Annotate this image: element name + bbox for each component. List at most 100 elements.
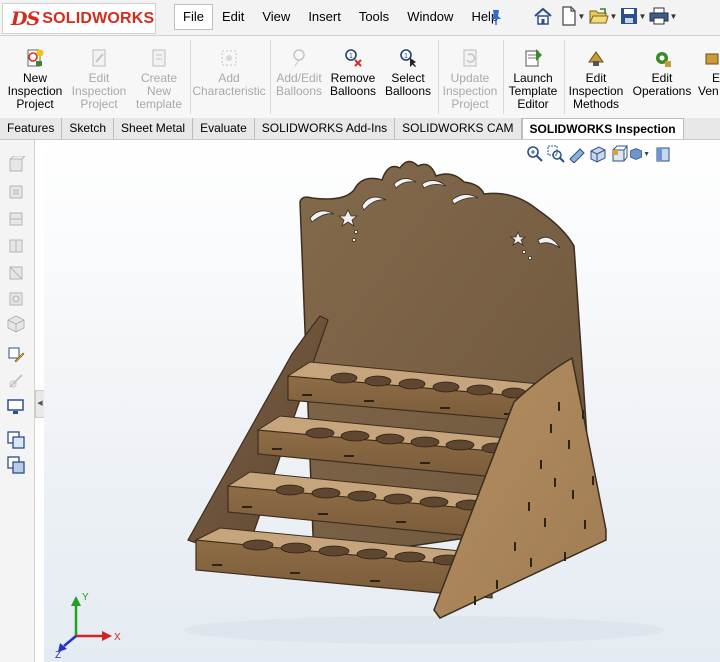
ribbon-label: Edit bbox=[585, 71, 607, 85]
menu-tools[interactable]: Tools bbox=[350, 4, 398, 30]
tab-evaluate[interactable]: Evaluate bbox=[193, 118, 255, 139]
ribbon-label: Editor bbox=[517, 97, 549, 111]
tab-sketch[interactable]: Sketch bbox=[62, 118, 115, 139]
display-monitor-icon[interactable] bbox=[7, 398, 25, 416]
tab-solidworks-inspection[interactable]: SOLIDWORKS Inspection bbox=[521, 118, 684, 139]
chevron-down-icon[interactable]: ▼ bbox=[639, 12, 647, 21]
z-axis-label: Z bbox=[55, 650, 61, 658]
save-button[interactable]: ▼ bbox=[618, 4, 648, 28]
balloon-icon bbox=[293, 49, 305, 67]
menu-window[interactable]: Window bbox=[398, 4, 462, 30]
svg-text:1: 1 bbox=[404, 53, 408, 60]
ribbon-label: Template bbox=[508, 84, 558, 98]
ribbon-label: Project bbox=[80, 97, 118, 111]
ribbon-label: Methods bbox=[572, 97, 620, 111]
ribbon-label: Edit bbox=[651, 71, 673, 85]
edit-inspection-methods-button[interactable]: Edit Inspection Methods bbox=[566, 48, 626, 111]
isometric-view-icon[interactable] bbox=[7, 315, 25, 333]
ribbon-label: Balloons bbox=[275, 84, 323, 98]
template-editor-icon bbox=[525, 49, 542, 67]
ribbon-label: Update bbox=[450, 71, 490, 85]
vendors-icon bbox=[705, 53, 719, 65]
tab-solidworks-cam[interactable]: SOLIDWORKS CAM bbox=[395, 118, 522, 139]
add-edit-balloons-button[interactable]: Add/Edit Balloons bbox=[272, 48, 326, 98]
add-characteristic-icon bbox=[221, 50, 237, 66]
select-balloons-button[interactable]: 1 Select Balloons bbox=[382, 48, 434, 98]
ribbon-label: Ec bbox=[712, 71, 720, 85]
inspection-methods-icon bbox=[588, 51, 604, 66]
add-characteristic-button[interactable]: Add Characteristic bbox=[192, 48, 266, 98]
launch-template-editor-button[interactable]: Launch Template Editor bbox=[505, 48, 561, 111]
menu-file[interactable]: File bbox=[174, 4, 213, 30]
z-axis-icon bbox=[63, 635, 77, 647]
ribbon-label: Inspection bbox=[442, 84, 498, 98]
graphics-viewport[interactable]: ▼ Y X Z bbox=[44, 140, 720, 662]
ribbon-label: Create bbox=[140, 71, 178, 85]
sketch-pen-icon[interactable] bbox=[7, 346, 25, 364]
remove-balloons-button[interactable]: 1 Remove Balloons bbox=[328, 48, 378, 98]
ribbon-separator bbox=[503, 40, 504, 114]
logo-wordmark: SOLIDWORKS bbox=[42, 9, 155, 27]
ribbon-label: Inspection bbox=[568, 84, 624, 98]
home-icon bbox=[534, 7, 552, 25]
home-button[interactable] bbox=[528, 4, 558, 28]
solidworks-logo[interactable]: DS SOLIDWORKS bbox=[2, 3, 156, 34]
paste-settings-icon[interactable] bbox=[7, 456, 25, 474]
open-button[interactable]: ▼ bbox=[588, 4, 618, 28]
menu-view[interactable]: View bbox=[253, 4, 299, 30]
pin-icon[interactable] bbox=[488, 8, 504, 26]
open-folder-icon bbox=[588, 8, 609, 24]
main-menu: File Edit View Insert Tools Window Help bbox=[174, 4, 507, 30]
ribbon-label: Characteristic bbox=[192, 84, 266, 98]
select-balloons-icon: 1 bbox=[400, 49, 416, 67]
command-manager-ribbon: New Inspection Project Edit Inspection P… bbox=[0, 36, 720, 119]
coordinate-triad: Y X Z bbox=[55, 592, 121, 658]
model-3d-shelf[interactable] bbox=[44, 140, 720, 662]
ribbon-label: template bbox=[135, 97, 183, 111]
ribbon-label: Launch bbox=[513, 71, 553, 85]
ribbon-label: Balloons bbox=[329, 84, 377, 98]
view-cube-icon[interactable] bbox=[7, 183, 25, 201]
tab-solidworks-add-ins[interactable]: SOLIDWORKS Add-Ins bbox=[255, 118, 396, 139]
chevron-down-icon[interactable]: ▼ bbox=[578, 12, 586, 21]
ribbon-label: Select bbox=[391, 71, 425, 85]
left-toolbar bbox=[0, 140, 35, 662]
edit-operations-button[interactable]: Edit Operations bbox=[630, 48, 694, 98]
new-inspection-project-button[interactable]: New Inspection Project bbox=[4, 48, 66, 111]
ribbon-label: Add/Edit bbox=[276, 71, 322, 85]
ribbon-label: Balloons bbox=[384, 84, 432, 98]
ribbon-label: Ven bbox=[698, 84, 719, 98]
view-cube-icon[interactable] bbox=[7, 210, 25, 228]
ground-shadow bbox=[184, 616, 664, 644]
ribbon-label: Project bbox=[451, 97, 489, 111]
ribbon-label: Edit bbox=[88, 71, 110, 85]
view-cube-icon[interactable] bbox=[7, 156, 25, 174]
new-document-icon bbox=[561, 6, 576, 26]
copy-settings-icon[interactable] bbox=[7, 431, 25, 449]
tab-sheet-metal[interactable]: Sheet Metal bbox=[114, 118, 194, 139]
menu-insert[interactable]: Insert bbox=[299, 4, 350, 30]
update-inspection-project-button[interactable]: Update Inspection Project bbox=[440, 48, 500, 111]
operations-icon bbox=[656, 52, 671, 67]
smart-dimension-icon[interactable] bbox=[7, 372, 25, 390]
view-cube-icon[interactable] bbox=[7, 290, 25, 308]
update-project-icon bbox=[463, 49, 477, 67]
new-document-button[interactable]: ▼ bbox=[558, 4, 588, 28]
view-cube-icon[interactable] bbox=[7, 264, 25, 282]
create-new-template-button[interactable]: Create New template bbox=[130, 48, 188, 111]
view-cube-icon[interactable] bbox=[7, 237, 25, 255]
print-icon bbox=[649, 7, 669, 25]
ribbon-separator bbox=[190, 40, 191, 114]
ribbon-label: Add bbox=[218, 71, 240, 85]
edit-inspection-project-button[interactable]: Edit Inspection Project bbox=[68, 48, 130, 111]
menu-bar: DS SOLIDWORKS File Edit View Insert Tool… bbox=[0, 0, 720, 36]
create-template-icon bbox=[152, 49, 166, 67]
chevron-down-icon[interactable]: ▼ bbox=[670, 12, 678, 21]
tab-features[interactable]: Features bbox=[0, 118, 63, 139]
quick-access-toolbar: ▼ ▼ ▼ ▼ bbox=[528, 4, 678, 28]
chevron-down-icon[interactable]: ▼ bbox=[610, 12, 618, 21]
ribbon-label: Remove bbox=[330, 71, 376, 85]
print-button[interactable]: ▼ bbox=[648, 4, 678, 28]
edit-vendors-button[interactable]: Ec Ven bbox=[698, 48, 720, 98]
menu-edit[interactable]: Edit bbox=[213, 4, 253, 30]
